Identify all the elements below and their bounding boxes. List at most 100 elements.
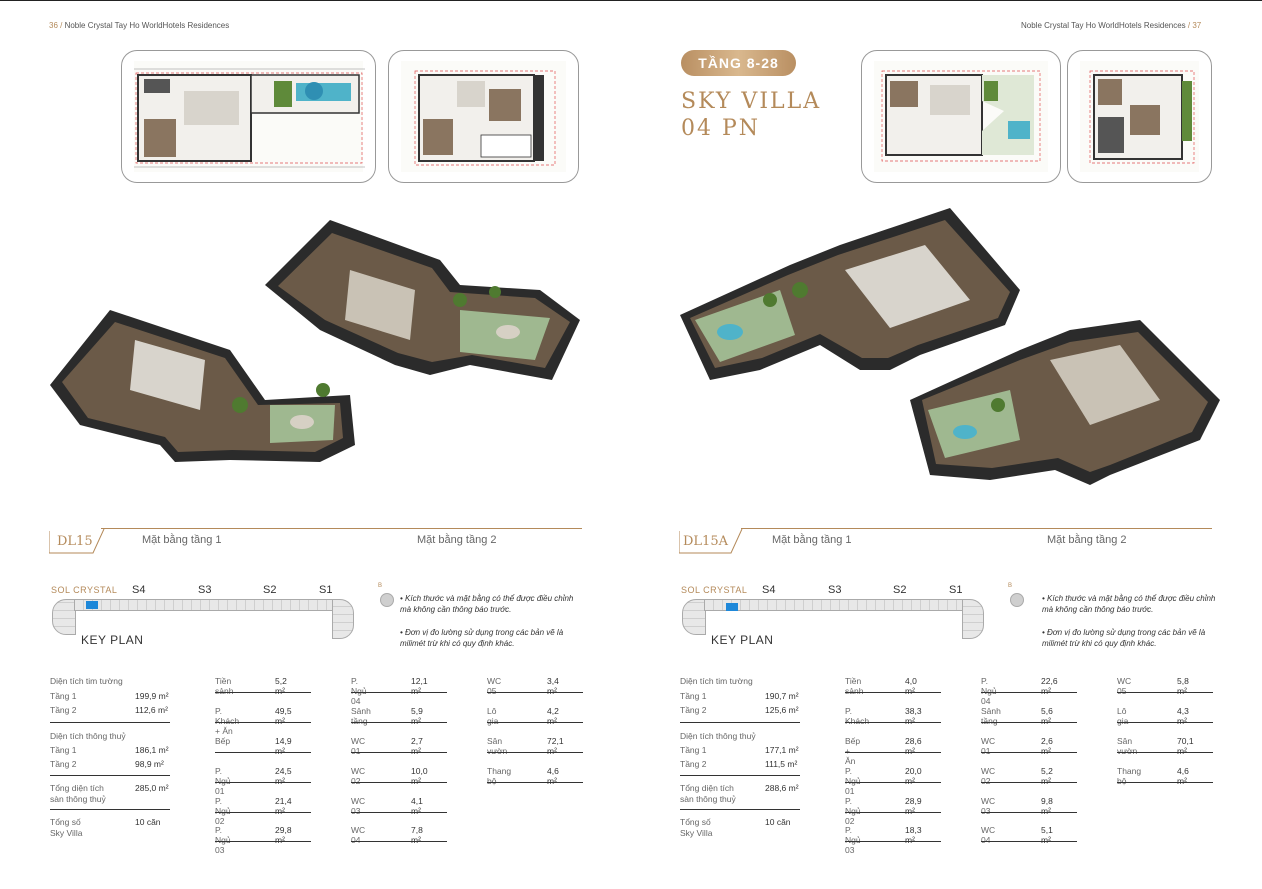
keyplan-building-strip	[704, 599, 964, 611]
total-value: 288,6 m²	[765, 783, 799, 793]
left-unit-header: DL15 Mặt bằng tầng 1 Mặt bằng tầng 2	[49, 528, 582, 554]
room-area-value: 21,4 m²	[275, 796, 292, 816]
floor1-label: Mặt bằng tầng 1	[142, 534, 222, 546]
room-row-divider	[351, 722, 447, 723]
right-floor2-plan-thumbnail[interactable]	[1067, 50, 1212, 183]
compass-north-mark: B	[378, 583, 383, 589]
right-floor1-plan-thumbnail[interactable]	[861, 50, 1061, 183]
room-area-value: 72,1 m²	[547, 736, 564, 756]
right-page-header: Noble Crystal Tay Ho WorldHotels Residen…	[1021, 21, 1201, 30]
keyplan-building-strip	[74, 599, 334, 611]
room-row-divider	[351, 752, 447, 753]
title-line-1: SKY VILLA	[681, 89, 822, 114]
room-area-value: 4,2 m²	[547, 706, 559, 726]
left-key-plan: SOL CRYSTAL S4 S3 S2 S1 KEY PLAN B • Kíc…	[50, 583, 590, 653]
room-label: WC 04	[981, 825, 996, 845]
room-row-divider	[981, 722, 1077, 723]
room-label: Thang bộ	[1117, 766, 1142, 786]
total-label-1: Tổng diện tích	[50, 783, 104, 793]
room-row-divider	[215, 752, 311, 753]
room-area-value: 5,1 m²	[1041, 825, 1053, 845]
wall-t1-label: Tầng 1	[680, 691, 707, 701]
room-row-divider	[215, 722, 311, 723]
room-area-value: 4,6 m²	[1177, 766, 1189, 786]
left-floor1-plan-thumbnail[interactable]	[121, 50, 376, 183]
room-area-value: 4,1 m²	[411, 796, 423, 816]
room-row-divider	[487, 752, 583, 753]
clear-t1-label: Tầng 1	[680, 745, 707, 755]
room-area-value: 3,4 m²	[547, 676, 559, 696]
room-area-value: 49,5 m²	[275, 706, 292, 726]
floor-range-badge: TẦNG 8-28	[681, 50, 796, 76]
room-area-value: 22,6 m²	[1041, 676, 1058, 696]
room-label: Lô gia	[1117, 706, 1129, 726]
room-label: WC 03	[351, 796, 366, 816]
sky-villa-title: SKY VILLA 04 PN	[681, 88, 821, 142]
total-label-1: Tổng diện tích	[680, 783, 734, 793]
room-label: P. Khách + Ăn	[215, 706, 240, 736]
keyplan-title: KEY PLAN	[81, 633, 144, 647]
room-label: P. Khách	[845, 706, 870, 726]
room-row-divider	[845, 752, 941, 753]
room-row-divider	[215, 692, 311, 693]
floor1-label: Mặt bằng tầng 1	[772, 534, 852, 546]
room-row-divider	[1117, 752, 1213, 753]
room-area-value: 5,6 m²	[1041, 706, 1053, 726]
clear-t1-value: 177,1 m²	[765, 745, 799, 755]
section-line	[101, 528, 582, 529]
room-area-value: 18,3 m²	[905, 825, 922, 845]
keyplan-s1: S1	[319, 584, 333, 596]
room-area-value: 12,1 m²	[411, 676, 428, 696]
wall-t2-value: 112,6 m²	[135, 705, 168, 715]
wall-t1-label: Tầng 1	[50, 691, 77, 701]
right-key-plan: SOL CRYSTAL S4 S3 S2 S1 KEY PLAN B • Kíc…	[680, 583, 1220, 653]
wall-t1-value: 190,7 m²	[765, 691, 799, 701]
room-area-value: 70,1 m²	[1177, 736, 1194, 756]
right-page-number: / 37	[1187, 21, 1202, 30]
room-area-value: 2,7 m²	[411, 736, 423, 756]
room-area-value: 38,3 m²	[905, 706, 922, 726]
room-label: P. Ngủ 04	[981, 676, 997, 706]
room-label: P. Ngủ 02	[215, 796, 231, 826]
left-page-header: 36 / Noble Crystal Tay Ho WorldHotels Re…	[49, 21, 229, 30]
keyplan-s2: S2	[263, 584, 277, 596]
room-row-divider	[351, 812, 447, 813]
room-row-divider	[981, 752, 1077, 753]
count-label-1: Tổng số	[680, 817, 711, 827]
keyplan-s3: S3	[198, 584, 212, 596]
wall-t2-label: Tầng 2	[50, 705, 77, 715]
left-floor2-plan-thumbnail[interactable]	[388, 50, 579, 183]
room-area-value: 7,8 m²	[411, 825, 423, 845]
room-label: WC 03	[981, 796, 996, 816]
room-label: P. Ngủ 03	[215, 825, 231, 855]
keyplan-west-curve	[52, 599, 76, 635]
wall-area-title: Diện tích tim tường	[50, 676, 123, 686]
room-area-value: 4,6 m²	[547, 766, 559, 786]
room-row-divider	[215, 782, 311, 783]
room-label: Bếp + Ăn	[845, 736, 861, 766]
keyplan-unit-marker	[726, 603, 738, 611]
count-label-2: Sky Villa	[680, 828, 713, 838]
keyplan-s4: S4	[762, 584, 776, 596]
room-area-value: 24,5 m²	[275, 766, 292, 786]
keyplan-west-curve	[682, 599, 706, 635]
room-row-divider	[981, 692, 1077, 693]
keyplan-brand: SOL CRYSTAL	[51, 585, 118, 595]
room-label: Lô gia	[487, 706, 499, 726]
floor2-plan-drawing-right	[1089, 70, 1195, 164]
clear-t2-value: 98,9 m²	[135, 759, 164, 769]
compass-icon	[380, 593, 394, 607]
clear-t2-label: Tầng 2	[50, 759, 77, 769]
room-area-value: 5,2 m²	[1041, 766, 1053, 786]
room-label: Sảnh tầng	[981, 706, 1001, 726]
room-row-divider	[981, 812, 1077, 813]
room-area-value: 29,8 m²	[275, 825, 292, 845]
left-3d-render	[50, 220, 580, 462]
compass-north-mark: B	[1008, 583, 1013, 589]
note-1: • Kích thước và mặt bằng có thể được điề…	[400, 594, 574, 614]
note-2: • Đơn vị đo lường sử dụng trong các bản …	[1042, 628, 1206, 648]
count-label-1: Tổng số	[50, 817, 81, 827]
room-area-value: 4,3 m²	[1177, 706, 1189, 726]
room-row-divider	[845, 722, 941, 723]
room-row-divider	[981, 841, 1077, 842]
